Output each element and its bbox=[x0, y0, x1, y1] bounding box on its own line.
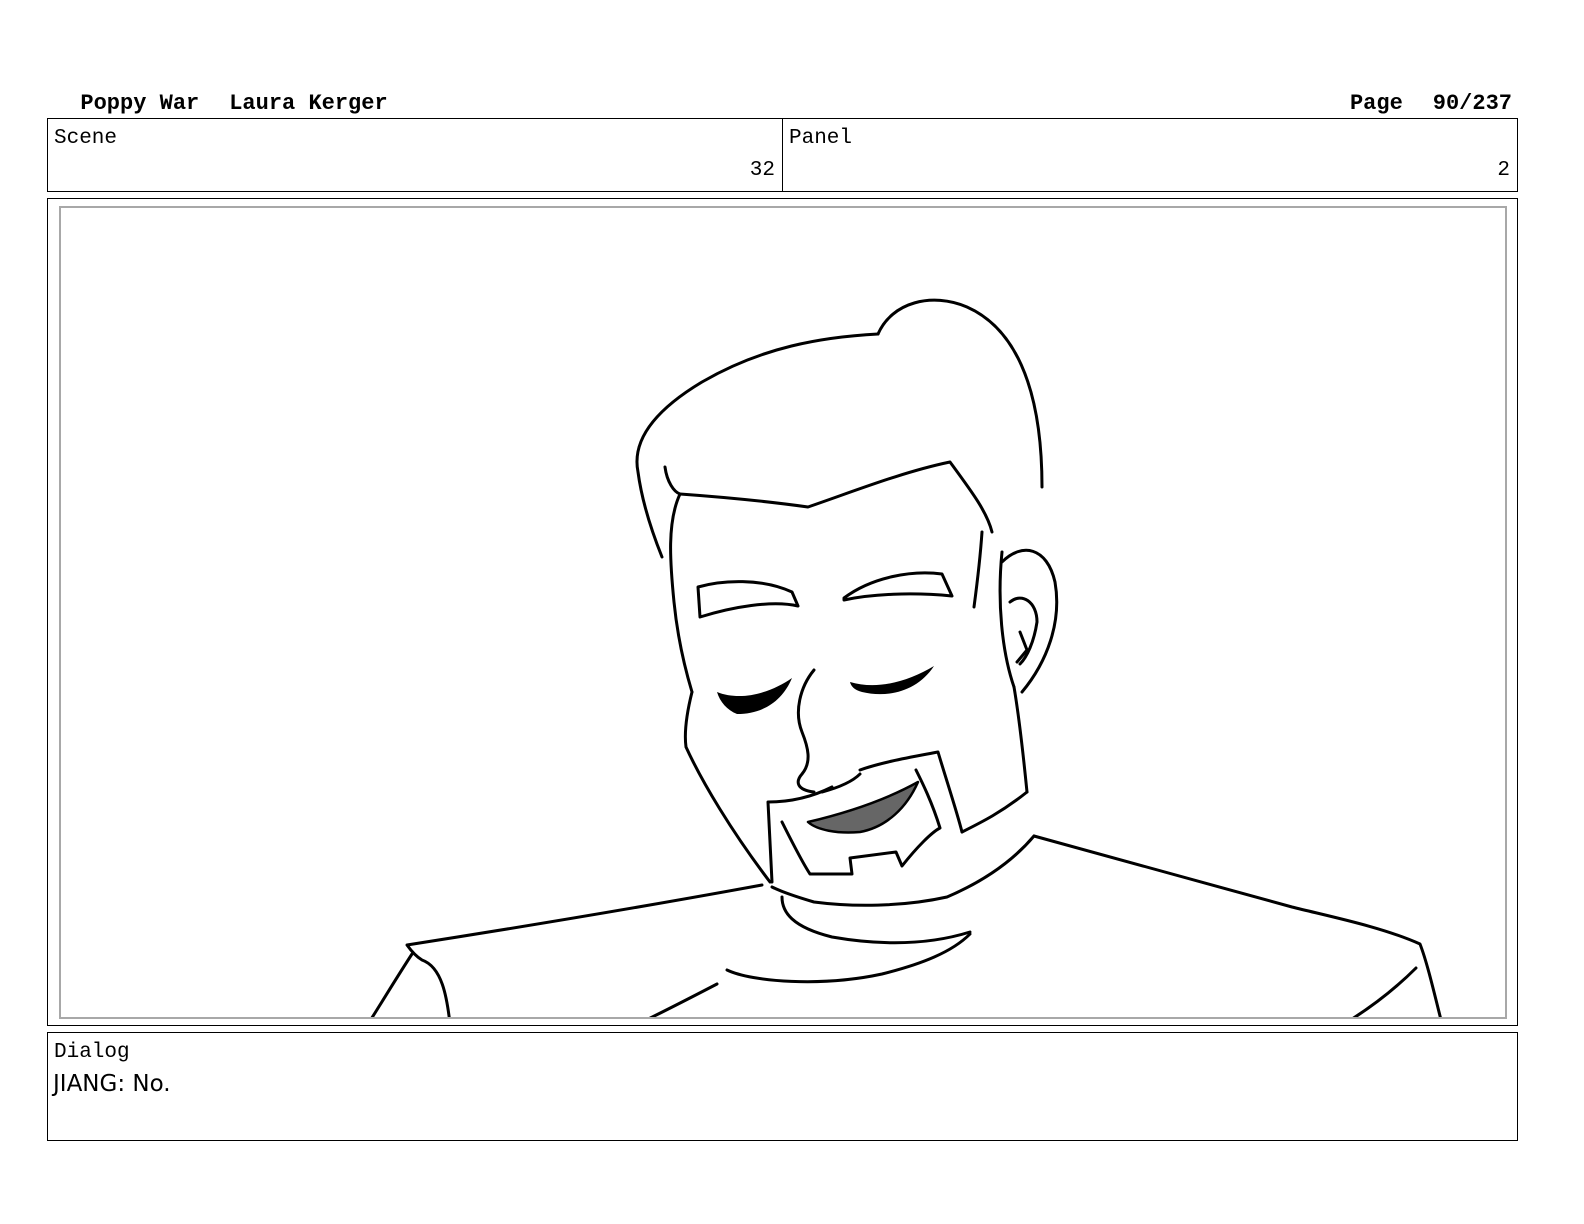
jaw-line bbox=[770, 834, 1036, 907]
dialog-label: Dialog bbox=[54, 1041, 130, 1064]
left-eye bbox=[717, 678, 792, 714]
storyboard-sketch bbox=[370, 298, 1442, 1017]
header-left: Poppy War Laura Kerger bbox=[54, 66, 388, 116]
right-shoulder bbox=[1032, 834, 1442, 1017]
project-title: Poppy War bbox=[80, 91, 200, 116]
scene-panel-info: Scene 32 Panel 2 bbox=[47, 118, 1518, 192]
right-eyebrow bbox=[842, 571, 954, 602]
header-right: Page 90/237 bbox=[1324, 66, 1512, 116]
panel-number: 2 bbox=[1497, 159, 1510, 182]
left-eyebrow bbox=[696, 580, 800, 619]
face-left-contour bbox=[669, 492, 694, 694]
page-label: Page bbox=[1349, 91, 1403, 116]
hair-bun-line bbox=[876, 298, 1044, 489]
nose-line bbox=[796, 668, 816, 794]
dialog-box: Dialog JIANG: No. bbox=[47, 1032, 1518, 1141]
author-name: Laura Kerger bbox=[229, 91, 388, 116]
right-eye bbox=[850, 666, 934, 695]
dialog-text: JIANG: No. bbox=[53, 1071, 171, 1097]
mustache-left bbox=[766, 785, 834, 884]
left-shoulder bbox=[405, 883, 764, 1017]
panel-image bbox=[59, 206, 1507, 1019]
scene-cell: Scene 32 bbox=[48, 119, 782, 191]
scene-number: 32 bbox=[749, 159, 775, 182]
page-number: 90/237 bbox=[1432, 91, 1512, 116]
hairline bbox=[678, 460, 994, 534]
scene-label: Scene bbox=[54, 127, 118, 150]
panel-label: Panel bbox=[789, 127, 853, 150]
panel-cell: Panel 2 bbox=[782, 119, 1517, 191]
